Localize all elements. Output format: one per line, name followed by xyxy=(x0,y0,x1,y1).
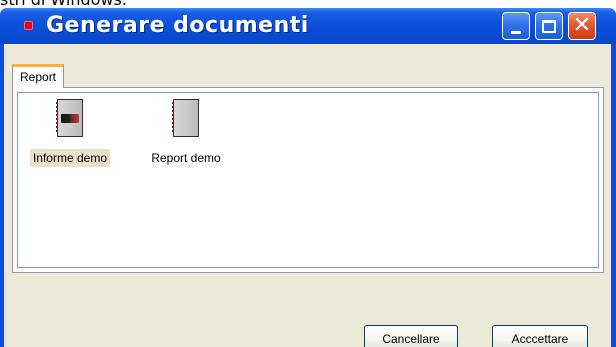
report-document-icon xyxy=(56,99,83,137)
tab-report[interactable]: Report xyxy=(12,64,65,88)
document-list: Informe demo Report demo xyxy=(17,92,599,268)
document-label: Report demo xyxy=(151,151,221,165)
report-document-icon xyxy=(172,99,199,137)
maximize-button[interactable] xyxy=(535,12,563,40)
title-bar[interactable]: Generare documenti ✕ xyxy=(0,8,616,44)
document-item-informe-demo[interactable]: Informe demo xyxy=(18,99,122,167)
document-item-report-demo[interactable]: Report demo xyxy=(140,99,232,167)
maximize-icon xyxy=(542,19,556,33)
document-badge-icon xyxy=(61,114,79,123)
app-icon[interactable] xyxy=(24,21,33,30)
window-title: Generare documenti xyxy=(46,13,309,38)
client-area: Report Informe demo Report demo Cancella… xyxy=(4,44,611,347)
document-label: Informe demo xyxy=(29,149,111,167)
dialog-window: Generare documenti ✕ Report Informe demo xyxy=(0,8,616,347)
minimize-icon xyxy=(511,30,521,34)
cancel-button[interactable]: Cancellare xyxy=(364,325,458,347)
accept-button[interactable]: Acccettare xyxy=(492,325,588,347)
close-icon: ✕ xyxy=(572,13,592,38)
tab-panel: Informe demo Report demo xyxy=(12,87,604,273)
background-caption-text: stri di Windows. xyxy=(0,0,127,9)
close-button[interactable]: ✕ xyxy=(568,12,596,40)
minimize-button[interactable] xyxy=(502,12,530,40)
